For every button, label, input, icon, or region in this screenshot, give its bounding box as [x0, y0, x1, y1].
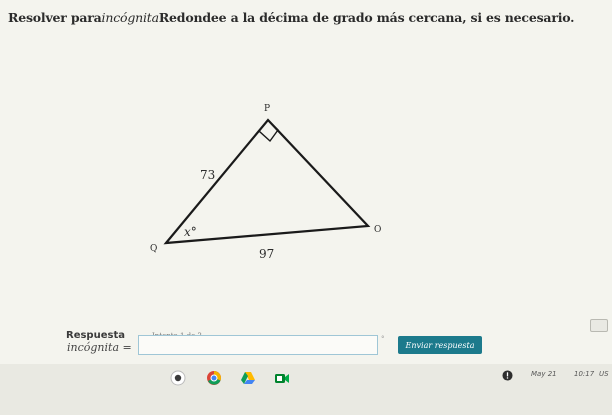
- meet-icon[interactable]: [274, 370, 290, 386]
- question-text: Resolver paraincógnitaRedondee a la déci…: [8, 10, 608, 25]
- browser-icon[interactable]: [206, 370, 222, 386]
- answer-heading: Respuesta: [66, 330, 125, 341]
- taskbar: May 21 10:17 US: [0, 364, 612, 415]
- triangle-shape: [163, 118, 371, 245]
- circle-app-icon[interactable]: [170, 370, 186, 386]
- drive-icon[interactable]: [240, 370, 256, 386]
- angle-label-q: x°: [184, 225, 197, 239]
- side-label-qp: 73: [200, 168, 215, 182]
- taskbar-date: May 21: [531, 370, 557, 378]
- question-part-1: Resolver para: [8, 10, 102, 25]
- taskbar-locale: US: [599, 370, 609, 378]
- submit-answer-button[interactable]: Enviar respuesta: [398, 336, 482, 354]
- right-angle-marker: [258, 118, 279, 143]
- question-variable: incógnita: [101, 10, 160, 25]
- taskbar-time: 10:17: [574, 370, 595, 378]
- question-part-2: Redondee a la décima de grado más cercan…: [158, 10, 575, 25]
- vertex-label-p: P: [264, 104, 270, 114]
- notification-icon[interactable]: [502, 370, 513, 381]
- triangle-figure: P Q O 73 97 x°: [150, 104, 381, 261]
- side-label-qo: 97: [259, 247, 274, 261]
- keyboard-toggle-button[interactable]: [590, 319, 608, 332]
- vertex-label-q: Q: [150, 244, 157, 254]
- answer-variable-label: incógnita =: [67, 341, 132, 354]
- vertex-label-o: O: [374, 225, 381, 235]
- unit-degree-label: °: [381, 335, 385, 343]
- answer-input[interactable]: [138, 335, 378, 355]
